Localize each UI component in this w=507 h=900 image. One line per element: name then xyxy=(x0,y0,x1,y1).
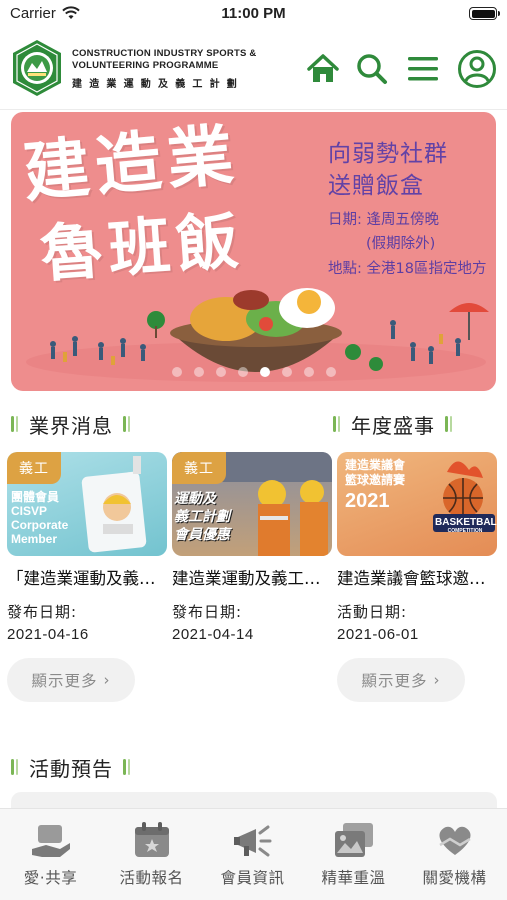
show-more-events-button[interactable]: 顯示更多 › xyxy=(337,658,465,702)
page-dot[interactable] xyxy=(325,367,336,377)
section-header-industry-news: 業界消息 xyxy=(11,407,131,441)
card-image-text: 建造業議會 xyxy=(345,458,406,472)
news-card-date: 2021-04-14 xyxy=(172,626,254,643)
section-title: 年度盛事 xyxy=(351,413,435,438)
banner-location: 地點: 全港18區指定地方 xyxy=(328,261,487,277)
news-card-title[interactable]: 「建造業運動及義工計劃」團體會員 xyxy=(7,565,167,589)
news-card-title[interactable]: 建造業運動及義工計劃會員優惠 xyxy=(172,565,332,589)
news-card[interactable]: 團體會員 CISVP Corporate Member 義工 「建造業運動及義工… xyxy=(7,452,167,643)
event-card-date: 2021-06-01 xyxy=(337,626,419,643)
section-bar-icon xyxy=(123,416,131,432)
card-image-text: Member xyxy=(11,532,58,546)
page-dot[interactable] xyxy=(215,367,226,377)
tab-event-registration[interactable]: 活動報名 xyxy=(101,809,202,900)
section-title: 活動預告 xyxy=(29,756,113,781)
card-image-caption: 運動及 義工計劃 會員優惠 xyxy=(174,490,230,544)
heart-hands-icon xyxy=(439,826,471,855)
section-title: 業界消息 xyxy=(29,413,113,438)
brand-name-zh: 建造業運動及義工計劃 xyxy=(72,79,244,90)
tab-share-love[interactable]: 愛·共享 xyxy=(0,809,101,900)
chevron-right-icon: › xyxy=(103,671,111,689)
banner-page-indicator[interactable] xyxy=(11,362,496,381)
photos-icon xyxy=(335,823,373,857)
tab-label: 活動報名 xyxy=(119,869,184,887)
card-image-text: BASKETBALL xyxy=(435,517,497,528)
search-icon[interactable] xyxy=(352,49,392,89)
banner-date-note: (假期除外) xyxy=(366,236,436,252)
brand-logo[interactable] xyxy=(11,39,63,97)
news-card-date-label: 發布日期: xyxy=(172,603,243,621)
category-badge: 義工 xyxy=(172,452,226,484)
section-bar-icon xyxy=(445,416,453,432)
page-dot[interactable] xyxy=(171,367,182,377)
show-more-label: 顯示更多 xyxy=(31,672,98,690)
news-card[interactable]: 運動及 義工計劃 會員優惠 義工 建造業運動及義工計劃會員優惠 發布日期: 20… xyxy=(172,452,332,643)
page-dot[interactable] xyxy=(193,367,204,377)
section-bar-icon xyxy=(123,759,131,775)
section-header-annual-events: 年度盛事 xyxy=(333,407,453,441)
status-bar: Carrier 11:00 PM xyxy=(0,0,507,30)
page-dot[interactable] xyxy=(303,367,314,377)
banner-heading-line2: 送贈飯盒 xyxy=(328,173,424,199)
card-image-text: COMPETITION xyxy=(447,528,483,534)
menu-icon[interactable] xyxy=(403,49,443,89)
card-image-text: 義工計劃 xyxy=(174,509,230,525)
banner-title-line2: 魯班飯 xyxy=(37,203,247,291)
clock: 11:00 PM xyxy=(221,5,286,22)
tab-caring-organisations[interactable]: 關愛機構 xyxy=(404,809,505,900)
tab-member-info[interactable]: 會員資訊 xyxy=(202,809,303,900)
user-icon[interactable] xyxy=(457,49,497,89)
tab-label: 會員資訊 xyxy=(220,869,285,887)
app-header: CONSTRUCTION INDUSTRY SPORTS & VOLUNTEER… xyxy=(0,30,507,110)
card-image-text: 2021 xyxy=(345,490,390,512)
card-image-caption: 建造業議會 籃球邀請賽 2021 xyxy=(345,458,405,514)
tab-highlights[interactable]: 精華重溫 xyxy=(303,809,404,900)
news-card-image[interactable]: 運動及 義工計劃 會員優惠 義工 xyxy=(172,452,332,556)
banner-date: 日期: 逢周五傍晚 xyxy=(328,212,439,228)
calendar-icon xyxy=(135,822,169,857)
news-card-date-label: 發布日期: xyxy=(7,603,78,621)
show-more-news-button[interactable]: 顯示更多 › xyxy=(7,658,135,702)
card-image-text: 團體會員 xyxy=(11,490,60,504)
card-image-caption: BASKETBALL COMPETITION xyxy=(435,517,497,534)
news-card-image[interactable]: 團體會員 CISVP Corporate Member 義工 xyxy=(7,452,167,556)
tab-label: 愛·共享 xyxy=(23,869,78,887)
event-card-image[interactable]: 建造業議會 籃球邀請賽 2021 BASKETBALL COMPETITION xyxy=(337,452,497,556)
show-more-label: 顯示更多 xyxy=(361,672,428,690)
home-icon[interactable] xyxy=(303,49,343,89)
event-card[interactable]: 建造業議會 籃球邀請賽 2021 BASKETBALL COMPETITION … xyxy=(337,452,497,643)
megaphone-icon xyxy=(234,825,272,857)
bottom-tab-bar: 愛·共享 活動報名 會員資訊 精華重溫 關愛機構 xyxy=(0,808,507,900)
event-card-title[interactable]: 建造業議會籃球邀請賽2021 xyxy=(337,565,497,589)
news-card-date: 2021-04-16 xyxy=(7,626,89,643)
chevron-right-icon: › xyxy=(433,671,441,689)
section-header-event-preview: 活動預告 xyxy=(11,750,131,784)
category-badge: 義工 xyxy=(7,452,61,484)
tab-label: 精華重溫 xyxy=(321,869,386,887)
card-image-text: 會員優惠 xyxy=(174,527,230,543)
banner-heading-line1: 向弱勢社群 xyxy=(328,141,448,167)
hands-sharing-icon xyxy=(32,825,70,857)
promo-banner[interactable]: 建造業 魯班飯 向弱勢社群 送贈飯盒 日期: 逢周五傍晚 (假期除外) 地點: … xyxy=(11,112,496,391)
section-bar-icon xyxy=(11,416,19,432)
card-image-text: Corporate xyxy=(11,518,69,532)
card-image-text: 運動及 xyxy=(174,491,216,507)
card-image-text: CISVP xyxy=(11,504,48,518)
page-dot[interactable] xyxy=(237,367,248,377)
brand-name-en-line1: CONSTRUCTION INDUSTRY SPORTS & xyxy=(72,48,257,59)
page-dot[interactable] xyxy=(281,367,292,377)
event-preview-list[interactable] xyxy=(11,792,497,808)
event-card-date-label: 活動日期: xyxy=(337,603,408,621)
battery-icon xyxy=(469,7,500,20)
tab-label: 關愛機構 xyxy=(422,869,487,887)
section-bar-icon xyxy=(333,416,341,432)
card-image-text: 籃球邀請賽 xyxy=(345,473,406,487)
card-image-caption: 團體會員 CISVP Corporate Member xyxy=(11,490,68,546)
page-dot[interactable] xyxy=(259,367,270,377)
brand-name-en-line2: VOLUNTEERING PROGRAMME xyxy=(72,60,219,71)
section-bar-icon xyxy=(11,759,19,775)
